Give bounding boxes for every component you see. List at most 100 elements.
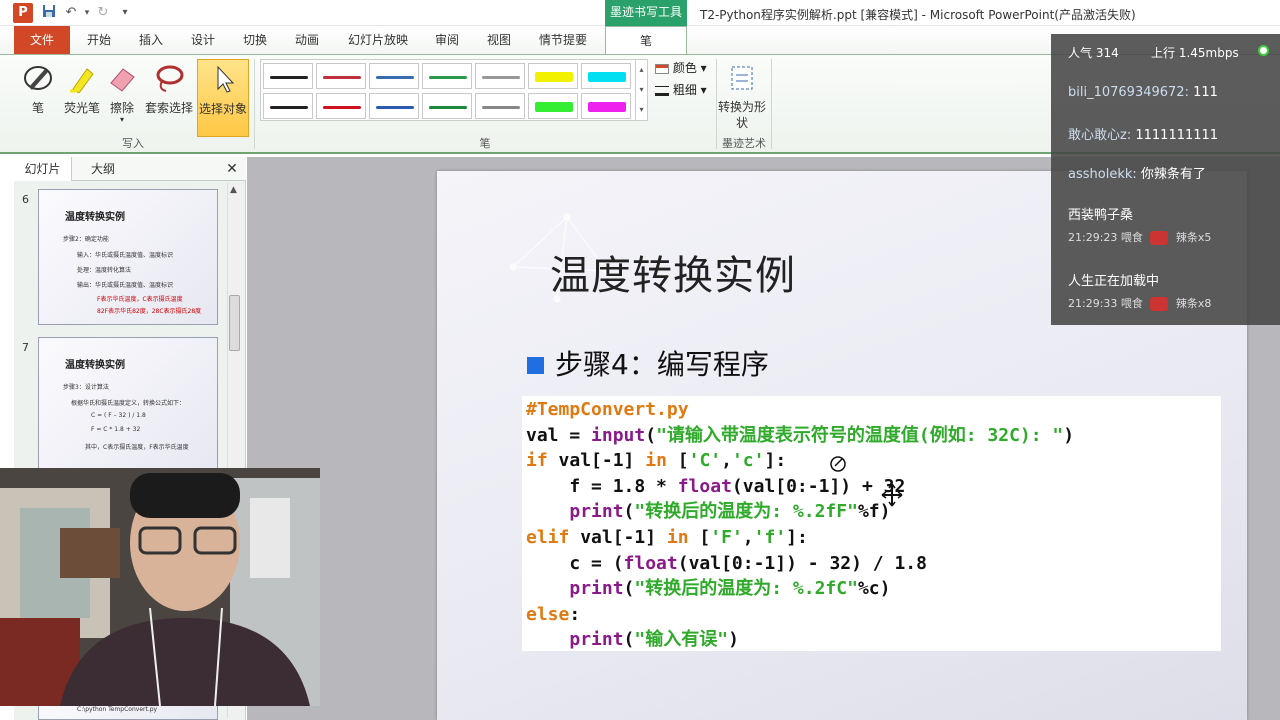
pen-style-green-thin[interactable] <box>422 63 472 89</box>
customize-toolbar-icon[interactable]: ▾ <box>116 4 134 22</box>
pen-style-gray-thin[interactable] <box>475 63 525 89</box>
pen-swatch <box>270 76 308 79</box>
upload-speed: 上行 1.45mbps <box>1151 46 1239 60</box>
pen-style-blue-thin[interactable] <box>369 63 419 89</box>
pen-style-red-thin[interactable] <box>316 63 366 89</box>
convert-to-shapes-button[interactable]: 转换为形状 <box>718 59 766 133</box>
pen-swatch <box>323 76 361 79</box>
code-line: f = 1.8 * float(val[0:-1]) + 32 <box>526 474 1217 500</box>
pen-swatch <box>376 106 414 109</box>
highlighter-style-magenta[interactable] <box>581 93 631 119</box>
scroll-up-icon[interactable]: ▲ <box>230 185 237 195</box>
powerpoint-app-icon[interactable]: P <box>13 3 33 23</box>
step-heading: 步骤4：编写程序 <box>555 348 769 381</box>
ribbon-separator <box>771 59 772 149</box>
eraser-tool-button[interactable]: 擦除 ▾ <box>98 59 146 133</box>
scrollbar-thumb[interactable] <box>229 295 240 351</box>
code-token: ( <box>623 578 635 600</box>
code-token: ( <box>623 501 635 523</box>
pen-weight-button[interactable]: 粗细 ▾ <box>655 81 707 98</box>
thumbnail-line: F = C * 1.8 + 32 <box>91 426 141 433</box>
gift-item: 辣条x5 <box>1175 231 1212 244</box>
code-token: (val[0:-1]) + 32 <box>731 475 906 497</box>
popularity-count: 人气 314 <box>1068 46 1119 60</box>
pen-weight-label: 粗细 <box>672 83 697 97</box>
code-token: print <box>569 578 624 600</box>
pen-color-label: 颜色 <box>672 61 697 75</box>
status-indicator-icon <box>1258 45 1269 56</box>
pen-style-green-thick[interactable] <box>422 93 472 119</box>
chat-text: 你辣条有了 <box>1140 167 1206 182</box>
pen-style-red-thick[interactable] <box>316 93 366 119</box>
thumbnail-line: 根据华氏和摄氏温度定义，转换公式如下： <box>71 400 186 407</box>
pen-style-gray-thick[interactable] <box>475 93 525 119</box>
pen-swatch <box>429 76 467 79</box>
pen-swatch <box>588 102 626 112</box>
thumbnail-line: 82F表示华氏82度，28C表示摄氏28度 <box>97 308 202 315</box>
code-line: print("转换后的温度为: %.2fF"%f) <box>526 499 1217 525</box>
tab-home[interactable]: 开始 <box>80 26 118 54</box>
close-panel-icon[interactable]: ✕ <box>222 157 242 181</box>
code-token: "输入有误" <box>634 629 729 651</box>
save-icon[interactable] <box>40 4 58 22</box>
tab-design[interactable]: 设计 <box>184 26 222 54</box>
window-title: T2-Python程序实例解析.ppt [兼容模式] - Microsoft P… <box>700 8 1136 22</box>
chat-user: assholekk: <box>1068 167 1137 182</box>
thumbnail-line: F表示华氏温度，C表示摄氏温度 <box>97 296 183 303</box>
code-line: c = (float(val[0:-1]) - 32) / 1.8 <box>526 551 1217 577</box>
pen-icon <box>23 63 53 93</box>
highlighter-style-green[interactable] <box>528 93 578 119</box>
tab-slides[interactable]: 幻灯片 <box>14 157 72 181</box>
code-block: #TempConvert.py val = input("请输入带温度表示符号的温… <box>522 396 1221 651</box>
slide-thumbnail-7[interactable]: 温度转换实例 步骤3：设计算法 根据华氏和摄氏温度定义，转换公式如下： C = … <box>38 337 218 477</box>
tab-storyboard[interactable]: 情节提要 <box>532 26 594 54</box>
pen-tool-button[interactable]: 笔 <box>14 59 62 133</box>
thumbnail-line: 输入：华氏或摄氏温度值、温度标识 <box>77 252 174 259</box>
tab-animations[interactable]: 动画 <box>288 26 326 54</box>
lasso-icon <box>154 63 184 93</box>
code-token: val = <box>526 424 592 446</box>
code-line: val = input("请输入带温度表示符号的温度值(例如: 32C): ") <box>526 423 1217 449</box>
pen-style-black-thin[interactable] <box>263 63 313 89</box>
code-token: input <box>591 424 646 446</box>
code-token: "请输入带温度表示符号的温度值(例如: 32C): " <box>656 424 1064 446</box>
tab-transitions[interactable]: 切换 <box>236 26 274 54</box>
gallery-scroll-icon[interactable]: ▴ ▾ ▾ <box>635 60 647 120</box>
slide-number: 7 <box>22 341 29 354</box>
thumbnail-title: 温度转换实例 <box>65 360 125 371</box>
pen-color-button[interactable]: 颜色 ▾ <box>655 59 707 76</box>
code-token: %c) <box>857 578 891 600</box>
pen-style-blue-thick[interactable] <box>369 93 419 119</box>
tab-pen[interactable]: 笔 <box>605 26 687 55</box>
pen-gallery: ▴ ▾ ▾ <box>260 59 648 121</box>
highlighter-style-cyan[interactable] <box>581 63 631 89</box>
code-token: elif <box>526 526 570 548</box>
code-token: 'f' <box>753 526 787 548</box>
pen-swatch <box>588 72 626 82</box>
tab-insert[interactable]: 插入 <box>132 26 170 54</box>
tab-view[interactable]: 视图 <box>480 26 518 54</box>
highlighter-icon <box>67 63 97 94</box>
chat-text: 1111111111 <box>1135 128 1219 143</box>
eraser-dropdown-icon[interactable]: ▾ <box>98 116 146 124</box>
tab-slideshow[interactable]: 幻灯片放映 <box>340 26 416 54</box>
webcam-feed <box>0 468 320 706</box>
tab-file[interactable]: 文件 <box>14 26 70 54</box>
pen-swatch <box>482 76 520 79</box>
chat-text: 111 <box>1193 85 1218 100</box>
highlighter-style-yellow[interactable] <box>528 63 578 89</box>
slide-number: 6 <box>22 193 29 206</box>
thumbnail-line: 步骤3：设计算法 <box>63 384 109 391</box>
tab-outline[interactable]: 大纲 <box>78 157 128 181</box>
code-token: , <box>721 450 732 472</box>
thumbnail-line: 其中，C表示摄氏温度，F表示华氏温度 <box>85 444 189 451</box>
tab-review[interactable]: 审阅 <box>428 26 466 54</box>
pen-style-black-thick[interactable] <box>263 93 313 119</box>
code-token: #TempConvert.py <box>526 399 689 420</box>
select-objects-button[interactable]: 选择对象 <box>197 59 249 137</box>
code-line: else: <box>526 602 1217 628</box>
slide-thumbnail-6[interactable]: 温度转换实例 步骤2：确定功能 输入：华氏或摄氏温度值、温度标识 处理：温度转化… <box>38 189 218 325</box>
redo-icon[interactable]: ↻ <box>94 4 112 22</box>
convert-to-shapes-label: 转换为形状 <box>718 100 767 130</box>
lasso-select-button[interactable]: 套索选择 <box>145 59 193 133</box>
